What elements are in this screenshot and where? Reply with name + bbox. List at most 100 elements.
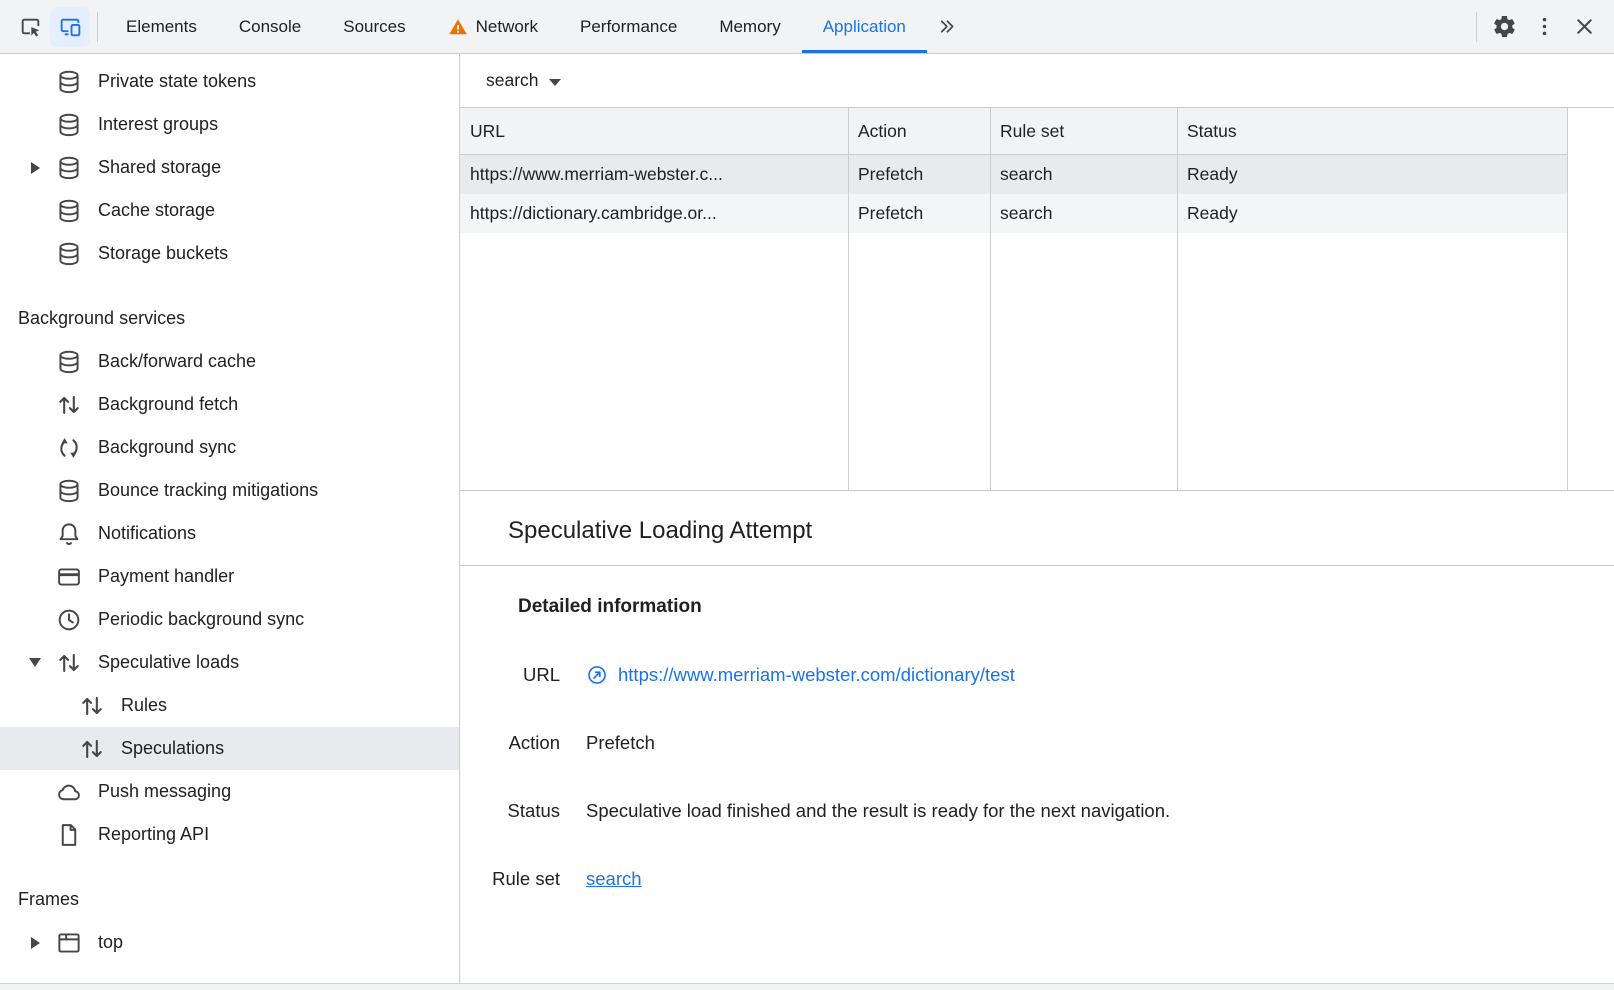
tab-sources[interactable]: Sources — [322, 0, 426, 53]
devtools-window: ElementsConsole Sources Network Performance… — [0, 0, 1614, 990]
chevron-down-icon[interactable] — [14, 658, 56, 667]
column-header-status[interactable]: Status — [1177, 121, 1567, 142]
chevron-right-icon[interactable] — [14, 937, 56, 949]
sidebar-item-cache-storage[interactable]: Cache storage — [0, 189, 459, 232]
sidebar-item-label: Back/forward cache — [98, 351, 256, 372]
chevron-right-icon[interactable] — [14, 162, 56, 174]
tab-application[interactable]: Application — [802, 0, 927, 53]
column-divider — [848, 108, 849, 490]
sidebar-item-label: Rules — [121, 695, 167, 716]
sidebar-item-label: Speculative loads — [98, 652, 239, 673]
tab-elements[interactable]: Elements — [105, 0, 218, 53]
sidebar-item-speculations[interactable]: Speculations — [0, 727, 459, 770]
sidebar-item-background-sync[interactable]: Background sync — [0, 426, 459, 469]
ruleset-filter-dropdown[interactable]: search — [486, 70, 561, 91]
prefetch-url-icon — [586, 664, 608, 686]
ruleset-link[interactable]: search — [586, 868, 642, 890]
tab-strip: ElementsConsole Sources Network Performance… — [105, 0, 927, 53]
chevron-double-right-icon[interactable] — [927, 7, 967, 47]
sidebar-item-label: Periodic background sync — [98, 609, 304, 630]
sidebar-item-label: Private state tokens — [98, 71, 256, 92]
sidebar-item-background-fetch[interactable]: Background fetch — [0, 383, 459, 426]
tab-label: Memory — [719, 17, 780, 37]
tab-label: Sources — [343, 17, 405, 37]
sidebar-item-bounce-tracking-mitigations[interactable]: Bounce tracking mitigations — [0, 469, 459, 512]
clock-icon — [56, 607, 82, 633]
sidebar-item-top[interactable]: top — [0, 921, 459, 964]
sidebar-item-label: Storage buckets — [98, 243, 228, 264]
database-icon — [56, 155, 82, 181]
filter-label: search — [486, 70, 539, 91]
sync-icon — [56, 435, 82, 461]
sidebar-item-label: Background sync — [98, 437, 236, 458]
url-label: URL — [460, 664, 560, 686]
database-icon — [56, 69, 82, 95]
sidebar-item-back-forward-cache[interactable]: Back/forward cache — [0, 340, 459, 383]
bottom-strip — [0, 983, 1614, 990]
sidebar-item-label: Bounce tracking mitigations — [98, 480, 318, 501]
filter-bar: search — [460, 54, 1614, 107]
main-toolbar: ElementsConsole Sources Network Performance… — [0, 0, 1614, 54]
sidebar-item-label: Reporting API — [98, 824, 209, 845]
detail-row-ruleset: Rule set search — [460, 868, 1614, 890]
detail-section-title: Detailed information — [518, 596, 1614, 618]
database-icon — [56, 349, 82, 375]
database-icon — [56, 478, 82, 504]
column-header-url[interactable]: URL — [460, 121, 848, 142]
tab-label: Network — [476, 17, 538, 37]
disclosure-triangle — [29, 658, 41, 667]
three-dot-menu-icon[interactable] — [1524, 7, 1564, 47]
column-divider — [1177, 108, 1178, 490]
detail-url-link[interactable]: https://www.merriam-webster.com/dictiona… — [618, 664, 1015, 686]
action-label: Action — [460, 732, 560, 754]
cell-url: https://dictionary.cambridge.or... — [460, 203, 848, 224]
tab-network[interactable]: Network — [427, 0, 559, 53]
cell-status: Ready — [1177, 164, 1567, 185]
detail-row-status: Status Speculative load finished and the… — [460, 800, 1614, 822]
gear-icon[interactable] — [1484, 7, 1524, 47]
payment-card-icon — [56, 564, 82, 590]
sidebar-item-speculative-loads[interactable]: Speculative loads — [0, 641, 459, 684]
bell-icon — [56, 521, 82, 547]
grid-rows: https://www.merriam-webster.c...Prefetch… — [460, 155, 1567, 233]
frame-icon — [56, 930, 82, 956]
sidebar-item-notifications[interactable]: Notifications — [0, 512, 459, 555]
sidebar-item-private-state-tokens[interactable]: Private state tokens — [0, 60, 459, 103]
database-icon — [56, 241, 82, 267]
column-header-rule-set[interactable]: Rule set — [990, 121, 1177, 142]
table-row[interactable]: https://www.merriam-webster.c...Prefetch… — [460, 155, 1567, 194]
updown-arrows-icon — [56, 650, 82, 676]
column-header-action[interactable]: Action — [848, 121, 990, 142]
tab-memory[interactable]: Memory — [698, 0, 801, 53]
tab-performance[interactable]: Performance — [559, 0, 698, 53]
sidebar-item-periodic-background-sync[interactable]: Periodic background sync — [0, 598, 459, 641]
device-toolbar-icon[interactable] — [50, 7, 90, 47]
close-icon[interactable] — [1564, 7, 1604, 47]
inspect-icon[interactable] — [10, 7, 50, 47]
grid-header: URLActionRule setStatus — [460, 108, 1567, 155]
cell-action: Prefetch — [848, 203, 990, 224]
cell-rule-set: search — [990, 164, 1177, 185]
status-label: Status — [460, 800, 560, 822]
table-row[interactable]: https://dictionary.cambridge.or...Prefet… — [460, 194, 1567, 233]
cell-url: https://www.merriam-webster.c... — [460, 164, 848, 185]
tab-console[interactable]: Console — [218, 0, 322, 53]
sidebar-item-rules[interactable]: Rules — [0, 684, 459, 727]
cell-rule-set: search — [990, 203, 1177, 224]
updown-arrows-icon — [56, 392, 82, 418]
updown-arrows-icon — [79, 693, 105, 719]
cloud-icon — [56, 779, 82, 805]
detail-pane: Detailed information URL https://www.mer… — [460, 566, 1614, 990]
sidebar-item-shared-storage[interactable]: Shared storage — [0, 146, 459, 189]
sidebar-item-push-messaging[interactable]: Push messaging — [0, 770, 459, 813]
speculations-panel: search URLActionRule setStatus https://w… — [460, 54, 1614, 990]
sidebar-item-interest-groups[interactable]: Interest groups — [0, 103, 459, 146]
sidebar-item-storage-buckets[interactable]: Storage buckets — [0, 232, 459, 275]
attempt-header: Speculative Loading Attempt — [460, 491, 1614, 566]
sidebar-item-payment-handler[interactable]: Payment handler — [0, 555, 459, 598]
cell-action: Prefetch — [848, 164, 990, 185]
database-icon — [56, 112, 82, 138]
toolbar-divider — [97, 12, 98, 42]
ruleset-label: Rule set — [460, 868, 560, 890]
sidebar-item-reporting-api[interactable]: Reporting API — [0, 813, 459, 856]
